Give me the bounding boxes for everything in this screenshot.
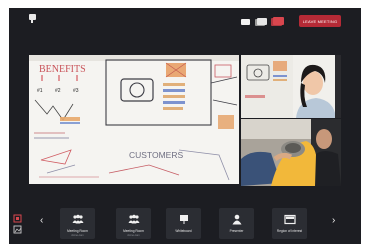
button-label: Region of Interest [276, 229, 303, 233]
leave-meeting-button[interactable]: LEAVE MEETING [299, 15, 341, 27]
svg-text:#3: #3 [73, 88, 79, 94]
svg-text:#2: #2 [55, 88, 61, 94]
button-sublabel: drone-cam [127, 233, 140, 237]
whiteboard-icon [179, 215, 188, 224]
whiteboard-heading: BENEFITS [39, 64, 86, 75]
whiteboard-button[interactable]: Whiteboard [166, 208, 201, 239]
presenter-icon [232, 214, 241, 225]
meeting-room-button-1[interactable]: Meeting Room drone-cam [60, 208, 95, 239]
whiteboard-drawing: BENEFITS #1 #2 #3 CUSTOMERS [29, 55, 239, 184]
product-video-tile[interactable] [241, 119, 341, 186]
region-of-interest-icon [283, 214, 296, 225]
whiteboard-video-tile[interactable]: BENEFITS #1 #2 #3 CUSTOMERS [29, 55, 239, 184]
svg-text:#1: #1 [37, 88, 43, 94]
layout-view-icon[interactable] [273, 17, 284, 25]
whiteboard-footer: CUSTOMERS [129, 150, 183, 160]
chat-icon[interactable] [29, 14, 36, 23]
button-label: Presenter [229, 229, 244, 233]
presenter-button[interactable]: Presenter [219, 208, 254, 239]
next-arrow-button[interactable]: › [332, 216, 335, 226]
side-controls [13, 214, 22, 234]
people-group-icon [128, 214, 139, 224]
video-conference-app: LEAVE MEETING BENEFITS #1 #2 #3 CUSTOMER… [9, 8, 361, 244]
camera-toolbar: ‹ Meeting Room drone-cam Meeting Room dr… [9, 200, 361, 244]
presenter-video-tile[interactable] [241, 55, 341, 118]
single-view-icon[interactable] [241, 19, 250, 25]
button-sublabel: drone-cam [71, 233, 84, 237]
people-group-icon [72, 214, 83, 224]
button-label: Whiteboard [175, 229, 192, 233]
grid-view-icon[interactable] [257, 18, 267, 25]
region-of-interest-button[interactable]: Region of Interest [272, 208, 307, 239]
previous-arrow-button[interactable]: ‹ [40, 216, 43, 226]
presenter-video-feed [241, 55, 341, 118]
meeting-room-button-2[interactable]: Meeting Room drone-cam [116, 208, 151, 239]
product-video-feed [241, 119, 341, 186]
